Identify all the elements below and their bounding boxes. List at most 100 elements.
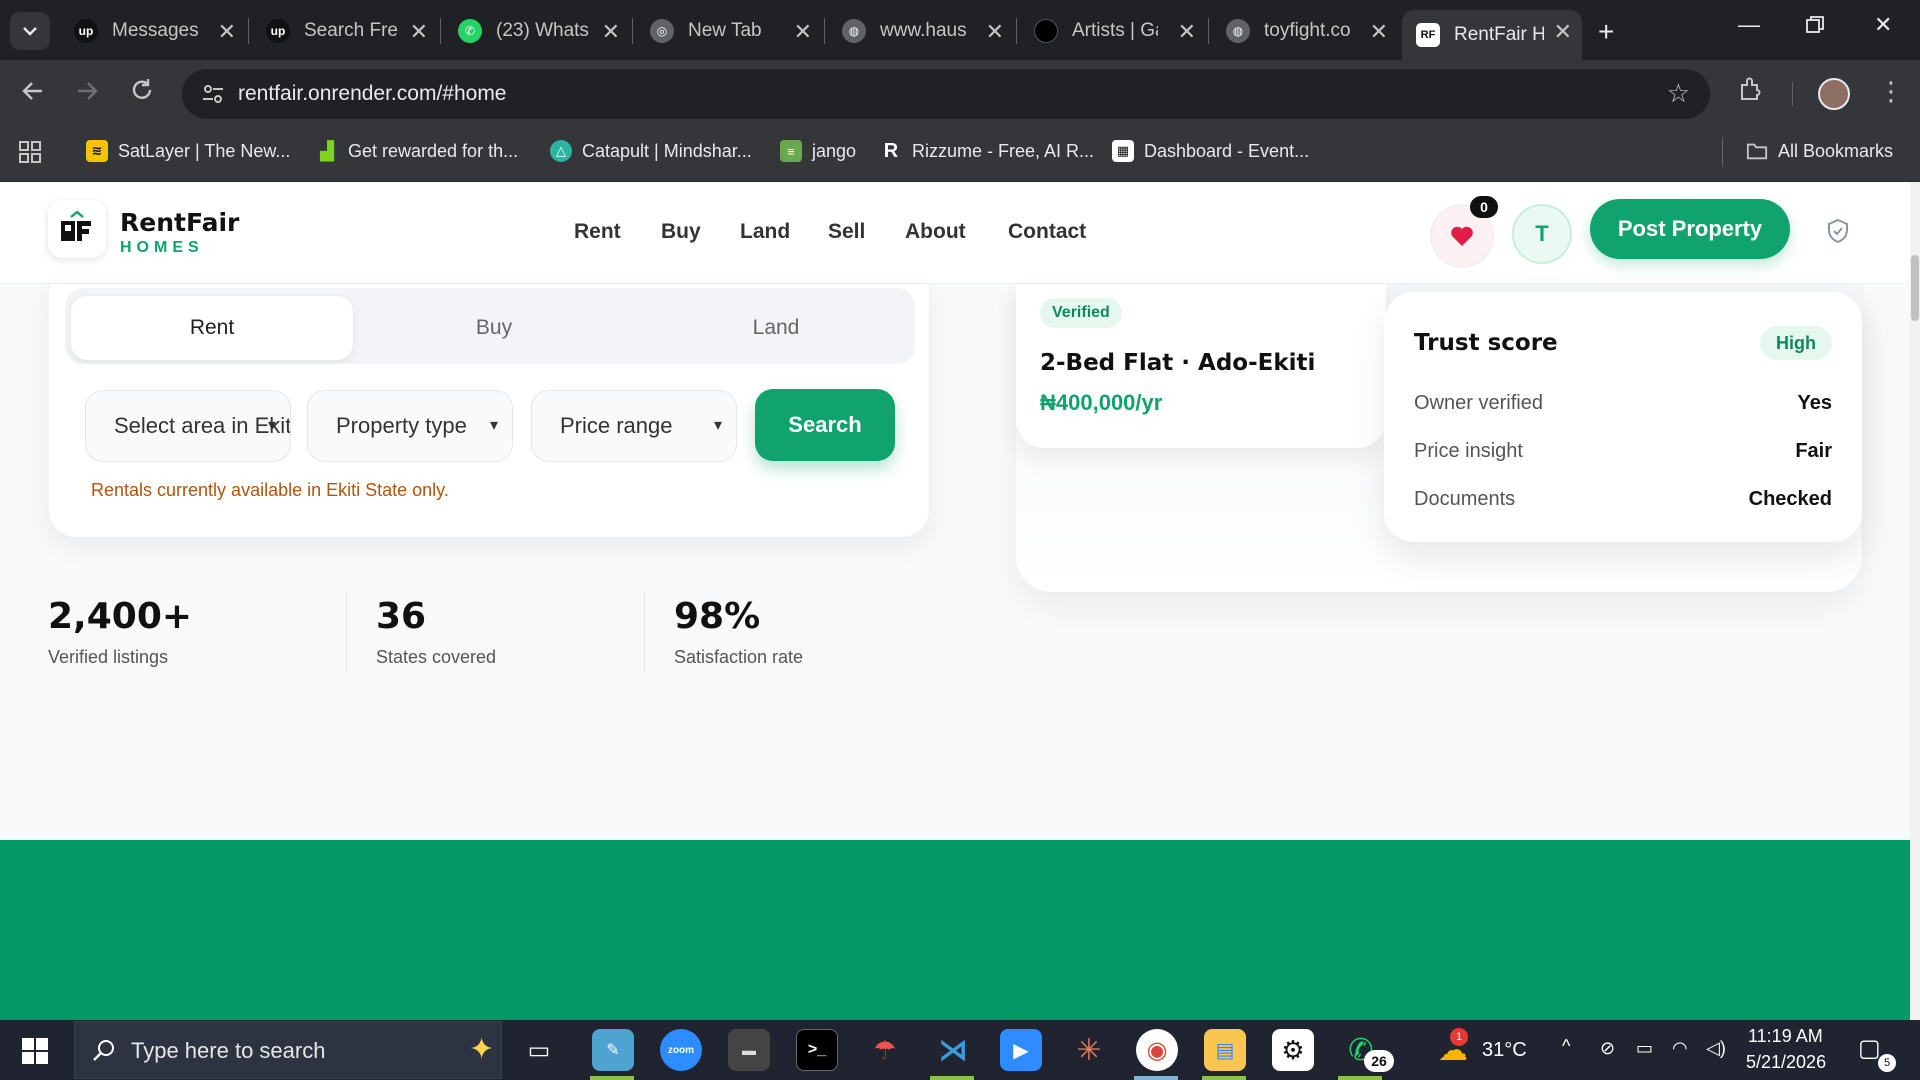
- bookmark-item[interactable]: ▟ Get rewarded for th...: [316, 140, 518, 162]
- browser-tab[interactable]: up Search Fre ✕: [252, 10, 438, 52]
- notepad-app-icon[interactable]: ✎: [592, 1029, 634, 1071]
- profile-avatar[interactable]: [1818, 78, 1850, 110]
- trust-row-owner: Owner verified Yes: [1414, 392, 1832, 414]
- property-type-select[interactable]: Property type ▾: [307, 390, 513, 462]
- task-view-icon[interactable]: ▭: [518, 1029, 560, 1071]
- browser-tab[interactable]: Artists | Ga ✕: [1020, 10, 1206, 52]
- address-bar[interactable]: rentfair.onrender.com/#home ☆: [182, 69, 1710, 119]
- nav-rent[interactable]: Rent: [574, 220, 621, 244]
- console-app-icon[interactable]: >_: [796, 1029, 838, 1071]
- bookmark-item[interactable]: R Rizzume - Free, AI R...: [880, 140, 1094, 162]
- close-tab-icon[interactable]: ✕: [410, 19, 428, 45]
- featured-listing-card[interactable]: Verified 2-Bed Flat · Ado-Ekiti ₦400,000…: [1016, 284, 1386, 448]
- close-tab-icon[interactable]: ✕: [986, 19, 1004, 45]
- rentfair-icon: RF: [1416, 23, 1440, 47]
- chart-icon: ▟: [320, 140, 334, 161]
- browser-tab[interactable]: up Messages ✕: [60, 10, 246, 52]
- satlayer-icon: ≋: [86, 140, 108, 162]
- trust-row-documents: Documents Checked: [1414, 488, 1832, 510]
- stat-states-covered: 36 States covered: [376, 596, 497, 667]
- chrome-app-icon[interactable]: ◉: [1136, 1029, 1178, 1071]
- windows-start-icon[interactable]: [22, 1038, 48, 1069]
- address-url[interactable]: rentfair.onrender.com/#home: [238, 82, 507, 106]
- area-select[interactable]: Select area in Ekiti ▾: [85, 390, 291, 462]
- logo-icon[interactable]: [48, 200, 106, 258]
- file-explorer-icon[interactable]: ▤: [1204, 1029, 1246, 1071]
- availability-notice: Rentals currently available in Ekiti Sta…: [91, 480, 449, 500]
- chevron-up-icon[interactable]: ^: [1562, 1036, 1570, 1057]
- back-arrow-icon[interactable]: [22, 78, 44, 109]
- close-tab-icon[interactable]: ✕: [1370, 19, 1388, 45]
- shield-check-icon[interactable]: [1826, 218, 1850, 249]
- all-bookmarks-button[interactable]: All Bookmarks: [1746, 140, 1893, 162]
- reload-icon[interactable]: [130, 78, 154, 109]
- tab-land[interactable]: Land: [635, 296, 917, 360]
- zoom-app-icon[interactable]: zoom: [660, 1029, 702, 1071]
- new-tab-plus-icon[interactable]: +: [1598, 16, 1614, 48]
- tab-divider: [632, 18, 633, 44]
- post-property-button[interactable]: Post Property: [1590, 199, 1790, 259]
- chatgpt-app-icon[interactable]: ⚙: [1272, 1029, 1314, 1071]
- close-tab-icon[interactable]: ✕: [794, 19, 812, 45]
- close-tab-icon[interactable]: ✕: [218, 19, 236, 45]
- battery-icon[interactable]: ▭: [1636, 1038, 1653, 1059]
- network-off-icon[interactable]: ⊘: [1600, 1038, 1615, 1059]
- close-window-icon[interactable]: ✕: [1874, 12, 1892, 38]
- nav-land[interactable]: Land: [740, 220, 790, 244]
- search-button[interactable]: Search: [755, 389, 895, 461]
- scrollbar-thumb[interactable]: [1911, 255, 1919, 321]
- nav-buy[interactable]: Buy: [661, 220, 701, 244]
- listing-price: ₦400,000/yr: [1040, 390, 1163, 415]
- close-tab-icon[interactable]: ✕: [1178, 19, 1196, 45]
- bookmark-star-icon[interactable]: ☆: [1667, 78, 1690, 109]
- paint-app-icon[interactable]: ☂: [864, 1029, 906, 1071]
- apps-grid-icon[interactable]: [18, 140, 42, 164]
- notifications-icon[interactable]: ▢: [1858, 1034, 1881, 1063]
- clock-date[interactable]: 5/21/2026: [1746, 1052, 1826, 1073]
- browser-tab[interactable]: ✆ (23) Whats ✕: [444, 10, 630, 52]
- weather-temp: 31°C: [1482, 1039, 1527, 1061]
- claude-app-icon[interactable]: ✳: [1068, 1029, 1110, 1071]
- notification-count-badge: 5: [1878, 1054, 1896, 1072]
- browser-tab[interactable]: ◍ toyfight.co ✕: [1212, 10, 1398, 52]
- tab-search-menu-button[interactable]: [10, 12, 50, 50]
- brand-wordmark[interactable]: RentFair HOMES: [120, 208, 239, 257]
- browser-tab[interactable]: ◎ New Tab ✕: [636, 10, 822, 52]
- tab-rent[interactable]: Rent: [71, 296, 353, 360]
- user-avatar-button[interactable]: T: [1512, 204, 1572, 264]
- terminal-app-icon[interactable]: ▬: [728, 1029, 770, 1071]
- nav-contact[interactable]: Contact: [1008, 220, 1086, 244]
- tab-divider: [248, 18, 249, 44]
- bookmark-item[interactable]: △ Catapult | Mindshar...: [550, 140, 752, 162]
- browser-tab-active[interactable]: RF RentFair H ✕: [1402, 10, 1582, 60]
- extensions-icon[interactable]: [1738, 76, 1764, 109]
- minimize-icon[interactable]: —: [1738, 12, 1760, 38]
- volume-icon[interactable]: ◁): [1706, 1038, 1726, 1059]
- vscode-app-icon[interactable]: ⋊: [932, 1029, 974, 1071]
- stat-verified-listings: 2,400+ Verified listings: [48, 596, 193, 667]
- site-settings-icon[interactable]: [200, 81, 226, 107]
- site-header: RentFair HOMES Rent Buy Land Sell About …: [0, 182, 1920, 284]
- bookmark-item[interactable]: ≋ SatLayer | The New...: [86, 140, 290, 162]
- clock-time[interactable]: 11:19 AM: [1748, 1026, 1823, 1047]
- forward-arrow-icon[interactable]: [76, 78, 98, 109]
- restore-icon[interactable]: [1806, 14, 1824, 40]
- chrome-icon: ◎: [650, 19, 674, 43]
- wifi-icon[interactable]: ◠: [1672, 1038, 1688, 1059]
- taskbar-search-box[interactable]: Type here to search ✦: [74, 1021, 502, 1079]
- r-icon: R: [883, 139, 899, 162]
- bookmark-item[interactable]: ≡ jango: [780, 140, 856, 162]
- browser-tab[interactable]: ◍ www.haus ✕: [828, 10, 1014, 52]
- more-menu-icon[interactable]: ⋮: [1878, 76, 1904, 107]
- video-app-icon[interactable]: ▶: [1000, 1029, 1042, 1071]
- bookmark-item[interactable]: ▦ Dashboard - Event...: [1112, 140, 1309, 162]
- tab-buy[interactable]: Buy: [353, 296, 635, 360]
- close-tab-icon[interactable]: ✕: [1554, 19, 1572, 45]
- upwork-icon: up: [266, 19, 290, 43]
- trust-score-card: Trust score High Owner verified Yes Pric…: [1384, 292, 1862, 542]
- close-tab-icon[interactable]: ✕: [602, 19, 620, 45]
- running-indicator: [590, 1076, 634, 1080]
- price-range-select[interactable]: Price range ▾: [531, 390, 737, 462]
- nav-sell[interactable]: Sell: [828, 220, 865, 244]
- nav-about[interactable]: About: [905, 220, 966, 244]
